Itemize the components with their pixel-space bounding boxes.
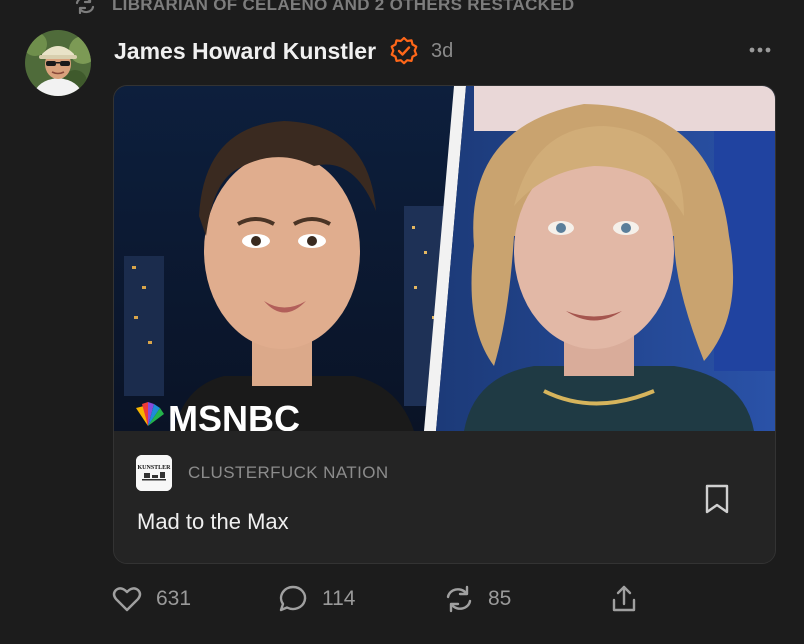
restack-button[interactable]: 85 — [444, 585, 610, 613]
post-timestamp[interactable]: 3d — [431, 40, 453, 63]
author-name[interactable]: James Howard Kunstler — [114, 38, 376, 65]
publication-logo-text: KUNSTLER — [137, 465, 171, 471]
bookmark-button[interactable] — [703, 483, 731, 515]
post-header: James Howard Kunstler 3d — [114, 34, 453, 68]
restack-icon — [74, 0, 96, 14]
post-card[interactable]: MSNBC KUNSTLER CLUSTERFUCK NATION Mad to… — [113, 85, 776, 564]
more-options-button[interactable] — [746, 36, 774, 64]
heart-icon — [112, 587, 142, 612]
author-avatar[interactable] — [25, 30, 91, 96]
publication-logo[interactable]: KUNSTLER — [136, 455, 172, 491]
comment-icon — [279, 585, 307, 612]
share-button[interactable] — [610, 584, 638, 614]
restack-label[interactable]: LIBRARIAN OF CELAENO AND 2 OTHERS RESTAC… — [112, 0, 574, 15]
post-title[interactable]: Mad to the Max — [137, 509, 289, 535]
like-button[interactable]: 631 — [112, 585, 278, 613]
comment-button[interactable]: 114 — [278, 584, 444, 614]
bookmark-icon — [705, 484, 729, 514]
verified-check-icon — [388, 35, 420, 67]
post-cover-image[interactable]: MSNBC — [114, 86, 775, 439]
more-dots-icon — [749, 47, 771, 53]
msnbc-logo-text: MSNBC — [168, 398, 300, 431]
publication-name[interactable]: CLUSTERFUCK NATION — [188, 463, 389, 483]
share-icon — [612, 585, 636, 612]
restack-icon — [446, 585, 472, 613]
restack-count: 85 — [488, 587, 512, 610]
like-count: 631 — [156, 587, 192, 610]
restack-header: LIBRARIAN OF CELAENO AND 2 OTHERS RESTAC… — [74, 0, 574, 16]
post-actions: 631 114 85 — [112, 582, 638, 616]
post-card-footer: KUNSTLER CLUSTERFUCK NATION Mad to the M… — [114, 431, 775, 563]
comment-count: 114 — [322, 587, 356, 610]
